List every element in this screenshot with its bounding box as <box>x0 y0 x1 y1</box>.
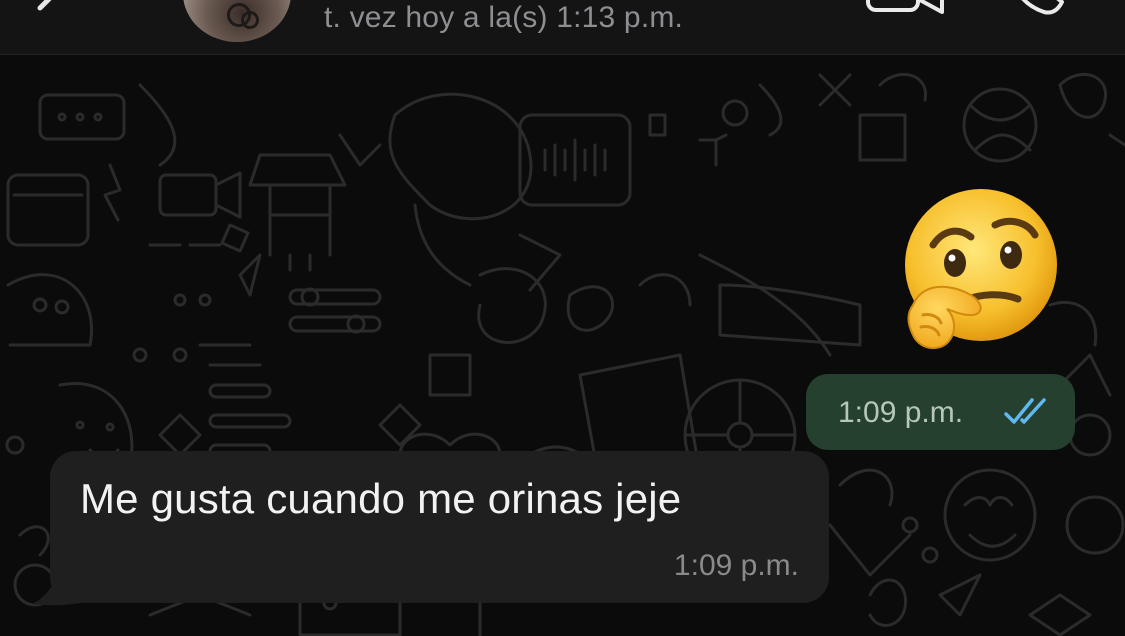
chat-area[interactable]: 1:09 p.m. Me gusta cuando me orinas jeje… <box>0 55 1125 636</box>
video-camera-icon[interactable] <box>864 0 946 20</box>
chevron-left-icon[interactable] <box>30 0 64 24</box>
message-timestamp: 1:09 p.m. <box>838 396 964 429</box>
thinking-face-emoji[interactable] <box>893 185 1063 355</box>
phone-icon[interactable] <box>1004 0 1070 20</box>
avatar-detail <box>241 11 259 29</box>
read-double-check-icon <box>1004 398 1046 424</box>
avatar[interactable] <box>183 0 291 42</box>
last-seen-status: t. vez hoy a la(s) 1:13 p.m. <box>324 1 684 34</box>
chat-header: t. vez hoy a la(s) 1:13 p.m. <box>0 0 1125 55</box>
incoming-message-bubble[interactable]: Me gusta cuando me orinas jeje 1:09 p.m. <box>50 451 829 603</box>
message-text: Me gusta cuando me orinas jeje <box>80 475 682 522</box>
outgoing-message-bubble[interactable]: 1:09 p.m. <box>806 374 1075 450</box>
message-timestamp: 1:09 p.m. <box>673 549 799 582</box>
